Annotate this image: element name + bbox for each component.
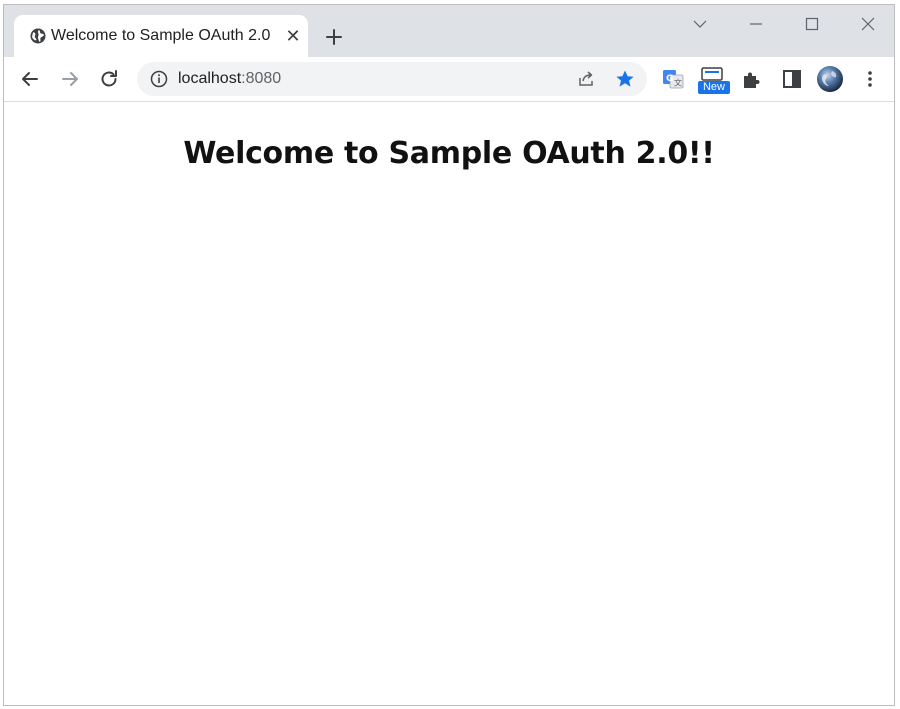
browser-toolbar: localhost:8080 G 文 New [4,57,894,102]
side-panel-icon[interactable] [780,67,804,91]
page-content: Welcome to Sample OAuth 2.0!! [4,102,894,705]
puzzle-icon[interactable] [740,67,764,91]
tab-title: Welcome to Sample OAuth 2.0 [51,27,271,44]
tab-search-icon[interactable] [686,13,714,35]
arrow-left-icon[interactable] [18,67,42,91]
browser-window: Welcome to Sample OAuth 2.0 ✕ localhost:… [3,4,895,706]
close-icon[interactable]: ✕ [285,27,301,45]
kebab-menu-icon[interactable] [858,67,882,91]
svg-text:G: G [666,74,673,84]
maximize-icon[interactable] [798,13,826,35]
share-icon[interactable] [577,70,595,88]
globe-icon [30,28,46,44]
tab-strip: Welcome to Sample OAuth 2.0 ✕ [4,5,894,57]
tab-welcome[interactable]: Welcome to Sample OAuth 2.0 ✕ [14,15,308,57]
plus-icon[interactable] [320,23,348,51]
new-extension-icon[interactable]: New [698,67,730,94]
url-host: localhost [178,70,242,87]
close-icon[interactable] [854,13,882,35]
page-title: Welcome to Sample OAuth 2.0!! [183,136,715,171]
minimize-icon[interactable] [742,13,770,35]
reload-icon[interactable] [97,67,121,91]
star-icon[interactable] [615,69,635,89]
url-text[interactable]: localhost:8080 [178,70,281,88]
profile-avatar-icon[interactable] [816,65,844,93]
url-port: :8080 [241,70,282,87]
svg-text:文: 文 [674,78,682,88]
arrow-right-icon[interactable] [58,67,82,91]
google-translate-icon[interactable]: G 文 [661,67,685,91]
new-badge: New [698,81,730,94]
address-bar[interactable]: localhost:8080 [137,62,647,96]
info-icon[interactable] [150,70,168,88]
